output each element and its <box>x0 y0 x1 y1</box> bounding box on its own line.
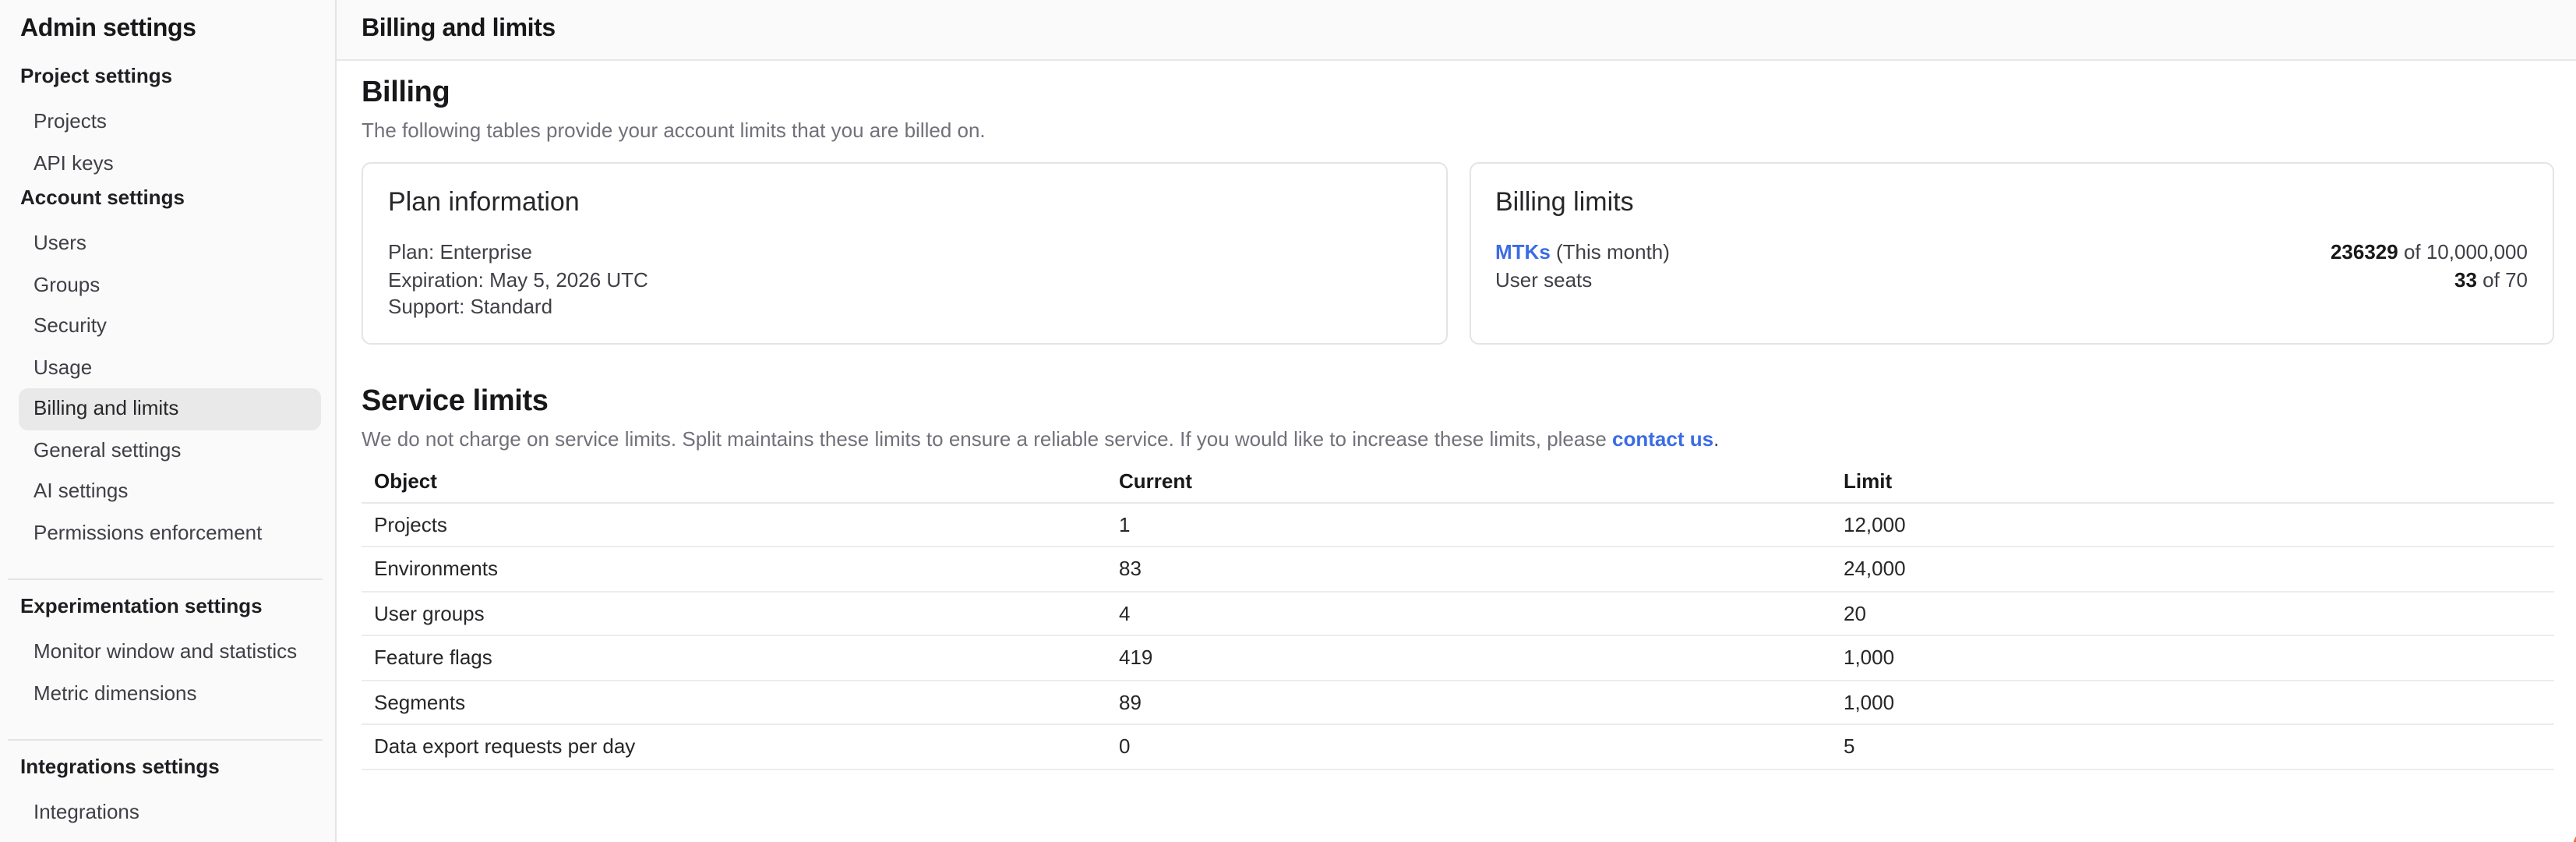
billing-heading: Billing <box>362 75 2554 112</box>
sidebar-item-permissions-enforcement[interactable]: Permissions enforcement <box>19 512 321 554</box>
plan-information-card: Plan information Plan: EnterpriseExpirat… <box>362 162 1447 344</box>
cell-object: Feature flags <box>362 635 1106 680</box>
sidebar-item-metric-dimensions[interactable]: Metric dimensions <box>19 673 321 714</box>
sidebar-item-ai-settings[interactable]: AI settings <box>19 471 321 512</box>
cell-current: 1 <box>1106 502 1831 547</box>
service-limits-table: Object Current Limit Projects112,000Envi… <box>362 461 2554 769</box>
sidebar-item-groups[interactable]: Groups <box>19 264 321 306</box>
cell-object: Segments <box>362 680 1106 724</box>
cell-object: Environments <box>362 547 1106 591</box>
billing-limit-value: 33 of 70 <box>2454 266 2528 293</box>
billing-section: Billing The following tables provide you… <box>362 75 2554 344</box>
sidebar: Admin settings Project settingsProjectsA… <box>0 0 337 842</box>
column-header-current: Current <box>1106 461 1831 502</box>
plan-info-lines: Plan: EnterpriseExpiration: May 5, 2026 … <box>388 239 1420 320</box>
table-row-segments: Segments891,000 <box>362 680 2554 724</box>
sidebar-title: Admin settings <box>20 12 335 47</box>
table-header-row: Object Current Limit <box>362 461 2554 502</box>
cell-limit: 20 <box>1831 591 2554 635</box>
sidebar-divider <box>8 739 323 741</box>
sidebar-item-security[interactable]: Security <box>19 306 321 347</box>
sidebar-item-monitor-window-and-statistics[interactable]: Monitor window and statistics <box>19 632 321 673</box>
table-row-user-groups: User groups420 <box>362 591 2554 635</box>
service-limits-description-text: We do not charge on service limits. Spli… <box>362 426 1612 450</box>
cell-object: User groups <box>362 591 1106 635</box>
service-limits-description: We do not charge on service limits. Spli… <box>362 425 2554 451</box>
sidebar-item-integrations[interactable]: Integrations <box>19 792 321 833</box>
sidebar-item-billing-and-limits[interactable]: Billing and limits <box>19 388 321 430</box>
service-limits-description-period: . <box>1713 426 1719 450</box>
cell-limit: 1,000 <box>1831 680 2554 724</box>
table-row-projects: Projects112,000 <box>362 502 2554 547</box>
cell-current: 89 <box>1106 680 1831 724</box>
sidebar-item-usage[interactable]: Usage <box>19 347 321 388</box>
table-body: Projects112,000Environments8324,000User … <box>362 502 2554 769</box>
content: Billing The following tables provide you… <box>337 61 2576 842</box>
cell-current: 419 <box>1106 635 1831 680</box>
cell-limit: 1,000 <box>1831 635 2554 680</box>
sidebar-section-header-account-settings: Account settings <box>20 184 335 210</box>
cell-object: Projects <box>362 502 1106 547</box>
sidebar-section-header-experimentation-settings: Experimentation settings <box>20 593 335 619</box>
admin-settings-page: Admin settings Project settingsProjectsA… <box>0 0 2576 842</box>
billing-limit-label: User seats <box>1495 266 1592 293</box>
billing-description: The following tables provide your accoun… <box>362 117 2554 143</box>
billing-limit-label: MTKs (This month) <box>1495 239 1670 266</box>
sidebar-nav: Project settings ProjectsAPI keysAccount … <box>0 62 335 833</box>
cell-current: 4 <box>1106 591 1831 635</box>
plan-information-title: Plan information <box>388 186 1420 220</box>
table-row-feature-flags: Feature flags4191,000 <box>362 635 2554 680</box>
billing-limits-rows: MTKs (This month)236329 of 10,000,000Use… <box>1495 239 2528 293</box>
service-limits-heading: Service limits <box>362 383 2554 420</box>
sidebar-divider <box>8 578 323 580</box>
billing-limits-card: Billing limits MTKs (This month) 236329 o… <box>1469 162 2554 344</box>
service-limits-section: Service limits We do not charge on servi… <box>362 383 2554 769</box>
cell-limit: 24,000 <box>1831 547 2554 591</box>
cell-current: 83 <box>1106 547 1831 591</box>
top-bar: Billing and limits <box>337 0 2576 61</box>
contact-us-link[interactable]: contact us <box>1612 426 1713 450</box>
cell-limit: 12,000 <box>1831 502 2554 547</box>
billing-limit-value: 236329 of 10,000,000 <box>2331 239 2528 266</box>
cell-current: 0 <box>1106 724 1831 769</box>
mtks-link[interactable]: MTKs <box>1495 240 1551 264</box>
table-row-environments: Environments8324,000 <box>362 547 2554 591</box>
page-title: Billing and limits <box>362 16 556 44</box>
sidebar-section-header-project-settings: Project settings <box>20 62 335 89</box>
billing-limits-title: Billing limits <box>1495 186 2528 220</box>
billing-cards-row: Plan information Plan: EnterpriseExpirat… <box>362 162 2554 344</box>
billing-limit-used: 33 <box>2454 267 2477 291</box>
cell-limit: 5 <box>1831 724 2554 769</box>
table-row-data-export-requests-per-day: Data export requests per day05 <box>362 724 2554 769</box>
billing-limit-row-user-seats: User seats 33 of 70 <box>1495 266 2528 293</box>
billing-limit-row-mtks: MTKs (This month) 236329 of 10,000,000 <box>1495 239 2528 266</box>
column-header-object: Object <box>362 461 1106 502</box>
sidebar-item-users[interactable]: Users <box>19 223 321 264</box>
column-header-limit: Limit <box>1831 461 2554 502</box>
sidebar-item-projects[interactable]: Projects <box>19 101 321 143</box>
plan-info-line: Plan: Enterprise <box>388 239 1420 266</box>
sidebar-section-header-integrations-settings: Integrations settings <box>20 753 335 780</box>
billing-limit-used: 236329 <box>2331 240 2398 264</box>
sidebar-item-api-keys[interactable]: API keys <box>19 143 321 184</box>
sidebar-item-general-settings[interactable]: General settings <box>19 430 321 471</box>
plan-info-line: Support: Standard <box>388 293 1420 320</box>
cell-object: Data export requests per day <box>362 724 1106 769</box>
plan-info-line: Expiration: May 5, 2026 UTC <box>388 266 1420 293</box>
main-area: Billing and limits Billing The following… <box>337 0 2576 842</box>
